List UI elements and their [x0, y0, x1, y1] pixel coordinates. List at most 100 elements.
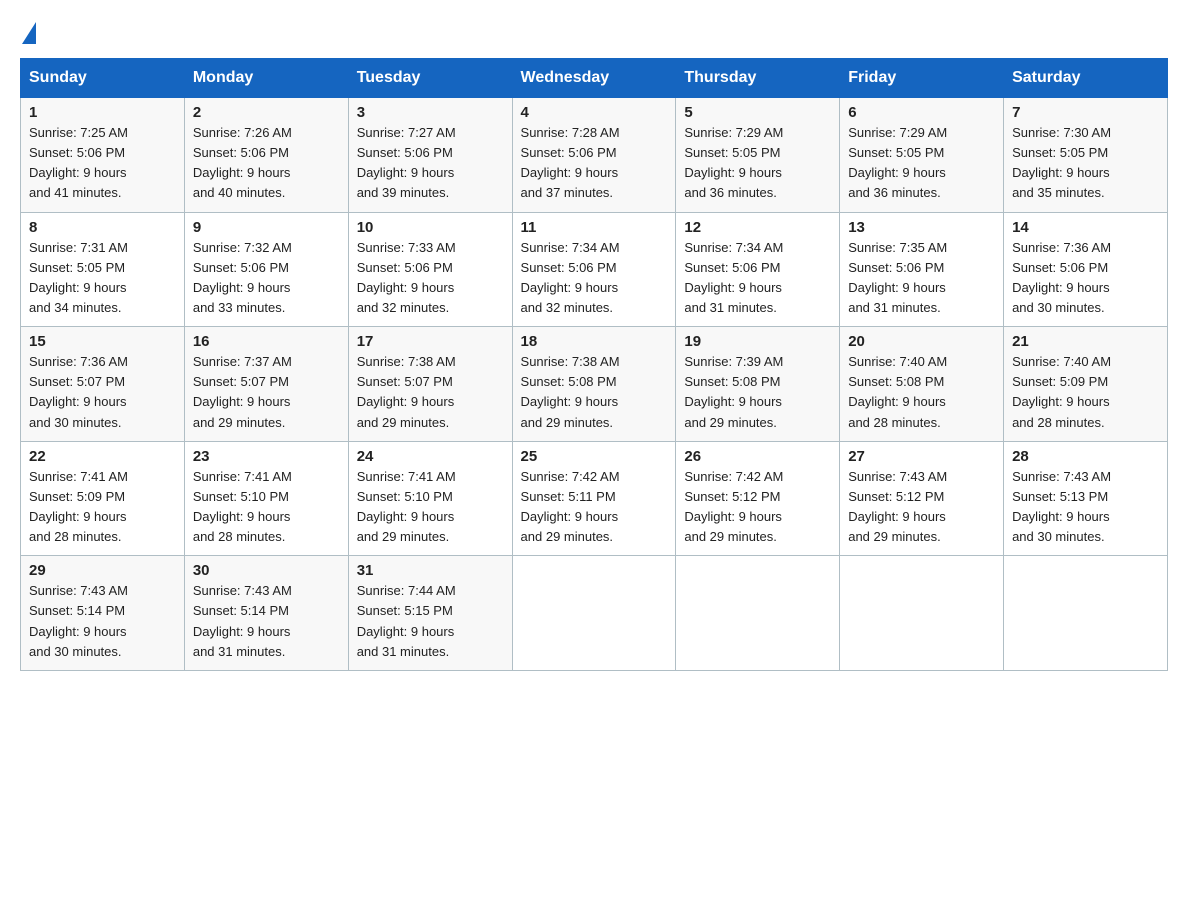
day-number: 1 — [29, 104, 176, 121]
calendar-cell: 13 Sunrise: 7:35 AMSunset: 5:06 PMDaylig… — [840, 212, 1004, 327]
calendar-cell: 18 Sunrise: 7:38 AMSunset: 5:08 PMDaylig… — [512, 327, 676, 442]
day-info: Sunrise: 7:35 AMSunset: 5:06 PMDaylight:… — [848, 240, 947, 315]
calendar-week-row: 29 Sunrise: 7:43 AMSunset: 5:14 PMDaylig… — [21, 556, 1168, 671]
day-number: 9 — [193, 219, 340, 236]
calendar-cell: 2 Sunrise: 7:26 AMSunset: 5:06 PMDayligh… — [184, 98, 348, 213]
day-info: Sunrise: 7:28 AMSunset: 5:06 PMDaylight:… — [521, 125, 620, 200]
day-info: Sunrise: 7:29 AMSunset: 5:05 PMDaylight:… — [684, 125, 783, 200]
calendar-cell: 22 Sunrise: 7:41 AMSunset: 5:09 PMDaylig… — [21, 441, 185, 556]
calendar-cell: 15 Sunrise: 7:36 AMSunset: 5:07 PMDaylig… — [21, 327, 185, 442]
day-info: Sunrise: 7:29 AMSunset: 5:05 PMDaylight:… — [848, 125, 947, 200]
calendar-cell: 10 Sunrise: 7:33 AMSunset: 5:06 PMDaylig… — [348, 212, 512, 327]
day-info: Sunrise: 7:38 AMSunset: 5:07 PMDaylight:… — [357, 354, 456, 429]
calendar-cell: 29 Sunrise: 7:43 AMSunset: 5:14 PMDaylig… — [21, 556, 185, 671]
calendar-cell: 31 Sunrise: 7:44 AMSunset: 5:15 PMDaylig… — [348, 556, 512, 671]
day-number: 19 — [684, 333, 831, 350]
day-info: Sunrise: 7:43 AMSunset: 5:12 PMDaylight:… — [848, 469, 947, 544]
day-number: 24 — [357, 448, 504, 465]
column-header-sunday: Sunday — [21, 59, 185, 98]
day-number: 21 — [1012, 333, 1159, 350]
calendar-cell — [840, 556, 1004, 671]
calendar-cell: 20 Sunrise: 7:40 AMSunset: 5:08 PMDaylig… — [840, 327, 1004, 442]
calendar-cell: 25 Sunrise: 7:42 AMSunset: 5:11 PMDaylig… — [512, 441, 676, 556]
day-number: 11 — [521, 219, 668, 236]
column-header-saturday: Saturday — [1004, 59, 1168, 98]
calendar-cell: 12 Sunrise: 7:34 AMSunset: 5:06 PMDaylig… — [676, 212, 840, 327]
day-number: 14 — [1012, 219, 1159, 236]
day-info: Sunrise: 7:36 AMSunset: 5:06 PMDaylight:… — [1012, 240, 1111, 315]
day-info: Sunrise: 7:36 AMSunset: 5:07 PMDaylight:… — [29, 354, 128, 429]
day-number: 23 — [193, 448, 340, 465]
day-info: Sunrise: 7:40 AMSunset: 5:09 PMDaylight:… — [1012, 354, 1111, 429]
day-number: 6 — [848, 104, 995, 121]
day-number: 10 — [357, 219, 504, 236]
day-number: 5 — [684, 104, 831, 121]
day-info: Sunrise: 7:43 AMSunset: 5:13 PMDaylight:… — [1012, 469, 1111, 544]
day-info: Sunrise: 7:41 AMSunset: 5:09 PMDaylight:… — [29, 469, 128, 544]
day-number: 17 — [357, 333, 504, 350]
logo-triangle-icon — [22, 22, 36, 44]
day-number: 26 — [684, 448, 831, 465]
day-number: 3 — [357, 104, 504, 121]
day-info: Sunrise: 7:34 AMSunset: 5:06 PMDaylight:… — [521, 240, 620, 315]
calendar-cell — [676, 556, 840, 671]
day-info: Sunrise: 7:39 AMSunset: 5:08 PMDaylight:… — [684, 354, 783, 429]
day-info: Sunrise: 7:41 AMSunset: 5:10 PMDaylight:… — [357, 469, 456, 544]
day-number: 29 — [29, 562, 176, 579]
calendar-cell: 16 Sunrise: 7:37 AMSunset: 5:07 PMDaylig… — [184, 327, 348, 442]
day-info: Sunrise: 7:42 AMSunset: 5:12 PMDaylight:… — [684, 469, 783, 544]
day-number: 18 — [521, 333, 668, 350]
day-info: Sunrise: 7:42 AMSunset: 5:11 PMDaylight:… — [521, 469, 620, 544]
day-info: Sunrise: 7:26 AMSunset: 5:06 PMDaylight:… — [193, 125, 292, 200]
day-info: Sunrise: 7:33 AMSunset: 5:06 PMDaylight:… — [357, 240, 456, 315]
calendar-cell: 27 Sunrise: 7:43 AMSunset: 5:12 PMDaylig… — [840, 441, 1004, 556]
calendar-cell: 30 Sunrise: 7:43 AMSunset: 5:14 PMDaylig… — [184, 556, 348, 671]
calendar-cell: 9 Sunrise: 7:32 AMSunset: 5:06 PMDayligh… — [184, 212, 348, 327]
day-number: 20 — [848, 333, 995, 350]
calendar-cell: 4 Sunrise: 7:28 AMSunset: 5:06 PMDayligh… — [512, 98, 676, 213]
column-header-wednesday: Wednesday — [512, 59, 676, 98]
calendar-cell: 14 Sunrise: 7:36 AMSunset: 5:06 PMDaylig… — [1004, 212, 1168, 327]
day-info: Sunrise: 7:32 AMSunset: 5:06 PMDaylight:… — [193, 240, 292, 315]
day-info: Sunrise: 7:27 AMSunset: 5:06 PMDaylight:… — [357, 125, 456, 200]
day-info: Sunrise: 7:40 AMSunset: 5:08 PMDaylight:… — [848, 354, 947, 429]
calendar-cell — [512, 556, 676, 671]
day-info: Sunrise: 7:31 AMSunset: 5:05 PMDaylight:… — [29, 240, 128, 315]
calendar-cell: 26 Sunrise: 7:42 AMSunset: 5:12 PMDaylig… — [676, 441, 840, 556]
calendar-week-row: 22 Sunrise: 7:41 AMSunset: 5:09 PMDaylig… — [21, 441, 1168, 556]
calendar-cell: 5 Sunrise: 7:29 AMSunset: 5:05 PMDayligh… — [676, 98, 840, 213]
page-header — [20, 20, 1168, 38]
day-number: 27 — [848, 448, 995, 465]
logo — [20, 20, 38, 38]
calendar-cell: 1 Sunrise: 7:25 AMSunset: 5:06 PMDayligh… — [21, 98, 185, 213]
day-number: 12 — [684, 219, 831, 236]
column-header-friday: Friday — [840, 59, 1004, 98]
day-info: Sunrise: 7:30 AMSunset: 5:05 PMDaylight:… — [1012, 125, 1111, 200]
day-number: 7 — [1012, 104, 1159, 121]
calendar-cell: 19 Sunrise: 7:39 AMSunset: 5:08 PMDaylig… — [676, 327, 840, 442]
day-number: 4 — [521, 104, 668, 121]
day-info: Sunrise: 7:38 AMSunset: 5:08 PMDaylight:… — [521, 354, 620, 429]
column-header-thursday: Thursday — [676, 59, 840, 98]
day-info: Sunrise: 7:37 AMSunset: 5:07 PMDaylight:… — [193, 354, 292, 429]
calendar-cell: 8 Sunrise: 7:31 AMSunset: 5:05 PMDayligh… — [21, 212, 185, 327]
day-info: Sunrise: 7:44 AMSunset: 5:15 PMDaylight:… — [357, 583, 456, 658]
day-number: 2 — [193, 104, 340, 121]
day-info: Sunrise: 7:43 AMSunset: 5:14 PMDaylight:… — [29, 583, 128, 658]
calendar-cell: 11 Sunrise: 7:34 AMSunset: 5:06 PMDaylig… — [512, 212, 676, 327]
calendar-cell: 28 Sunrise: 7:43 AMSunset: 5:13 PMDaylig… — [1004, 441, 1168, 556]
day-number: 28 — [1012, 448, 1159, 465]
day-info: Sunrise: 7:25 AMSunset: 5:06 PMDaylight:… — [29, 125, 128, 200]
calendar-week-row: 15 Sunrise: 7:36 AMSunset: 5:07 PMDaylig… — [21, 327, 1168, 442]
calendar-cell: 3 Sunrise: 7:27 AMSunset: 5:06 PMDayligh… — [348, 98, 512, 213]
day-number: 25 — [521, 448, 668, 465]
day-info: Sunrise: 7:43 AMSunset: 5:14 PMDaylight:… — [193, 583, 292, 658]
calendar-week-row: 1 Sunrise: 7:25 AMSunset: 5:06 PMDayligh… — [21, 98, 1168, 213]
day-number: 22 — [29, 448, 176, 465]
calendar-cell: 24 Sunrise: 7:41 AMSunset: 5:10 PMDaylig… — [348, 441, 512, 556]
calendar-cell: 21 Sunrise: 7:40 AMSunset: 5:09 PMDaylig… — [1004, 327, 1168, 442]
calendar-week-row: 8 Sunrise: 7:31 AMSunset: 5:05 PMDayligh… — [21, 212, 1168, 327]
day-number: 30 — [193, 562, 340, 579]
calendar-cell: 23 Sunrise: 7:41 AMSunset: 5:10 PMDaylig… — [184, 441, 348, 556]
day-info: Sunrise: 7:34 AMSunset: 5:06 PMDaylight:… — [684, 240, 783, 315]
